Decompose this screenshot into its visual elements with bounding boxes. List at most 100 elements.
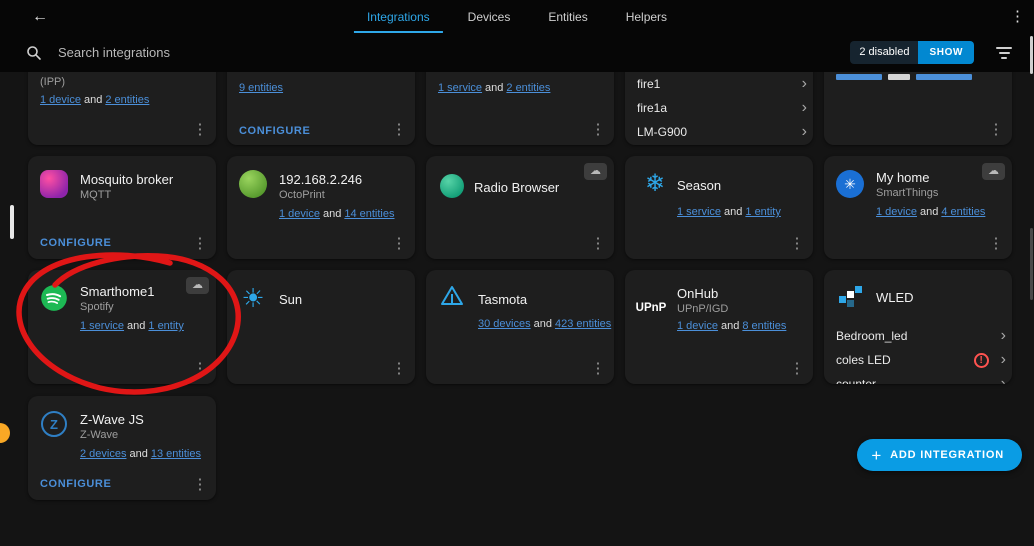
main-tabs: Integrations Devices Entities Helpers bbox=[348, 0, 686, 33]
tab-devices[interactable]: Devices bbox=[449, 0, 530, 33]
spotify-icon bbox=[40, 284, 68, 312]
devices-link[interactable]: 1 device bbox=[40, 94, 81, 106]
more-options-icon[interactable]: ⋮ bbox=[588, 235, 608, 253]
entities-link[interactable]: 8 entities bbox=[742, 320, 786, 332]
chevron-right-icon: › bbox=[801, 75, 807, 92]
card-title: OnHub bbox=[677, 286, 719, 301]
integration-card-unknown2[interactable]: 9 entities CONFIGURE ⋮ bbox=[227, 72, 415, 145]
entities-link[interactable]: 2 entities bbox=[506, 82, 550, 94]
radio-browser-icon bbox=[440, 174, 464, 198]
card-subtitle: OctoPrint bbox=[279, 189, 325, 201]
more-options-icon[interactable]: ⋮ bbox=[190, 121, 210, 139]
integrations-page: ← Integrations Devices Entities Helpers … bbox=[0, 0, 1034, 546]
left-scroll-marker bbox=[10, 205, 14, 239]
entities-link[interactable]: 4 entities bbox=[941, 206, 985, 218]
card-links: 30 devices and 423 entities bbox=[478, 318, 612, 330]
more-options-icon[interactable]: ⋮ bbox=[190, 360, 210, 378]
card-links: 1 device and 4 entities bbox=[876, 206, 986, 218]
devices-link[interactable]: 30 devices bbox=[478, 318, 531, 330]
mqtt-icon bbox=[40, 170, 68, 198]
more-options-icon[interactable]: ⋮ bbox=[787, 360, 807, 378]
device-row[interactable]: fire1 › bbox=[637, 72, 807, 96]
entities-link[interactable]: 2 entities bbox=[105, 94, 149, 106]
entities-link[interactable]: 9 entities bbox=[239, 82, 283, 94]
integration-card-mqtt[interactable]: Mosquito broker MQTT CONFIGURE ⋮ bbox=[28, 156, 216, 259]
integration-card-zwave[interactable]: Z Z-Wave JS Z-Wave 2 devices and 13 entiti… bbox=[28, 396, 216, 500]
card-title: Sun bbox=[279, 292, 303, 307]
integration-card-spotify[interactable]: Smarthome1 Spotify 1 service and 1 entity … bbox=[28, 270, 216, 384]
devices-link[interactable]: 1 device bbox=[876, 206, 917, 218]
integration-card-ipp[interactable]: (IPP) 1 device and 2 entities ⋮ bbox=[28, 72, 216, 145]
integration-card-radio-browser[interactable]: Radio Browser ☁ ⋮ bbox=[426, 156, 614, 259]
device-row[interactable]: counter › bbox=[836, 372, 1006, 385]
add-integration-button[interactable]: + ADD INTEGRATION bbox=[857, 439, 1022, 471]
integration-card-sun[interactable]: ☀ Sun ⋮ bbox=[227, 270, 415, 384]
tab-integrations[interactable]: Integrations bbox=[348, 0, 449, 33]
services-link[interactable]: 1 service bbox=[677, 206, 721, 218]
entities-link[interactable]: 423 entities bbox=[555, 318, 611, 330]
app-header: ← Integrations Devices Entities Helpers … bbox=[0, 0, 1034, 33]
device-row[interactable]: fire1a › bbox=[637, 96, 807, 120]
entities-link[interactable]: 14 entities bbox=[344, 208, 394, 220]
integration-card-onhub[interactable]: UPnP OnHub UPnP/IGD 1 device and 8 entitie… bbox=[625, 270, 813, 384]
more-options-icon[interactable]: ⋮ bbox=[389, 360, 409, 378]
more-options-icon[interactable]: ⋮ bbox=[389, 121, 409, 139]
integration-card-unknown3[interactable]: 1 service and 2 entities ⋮ bbox=[426, 72, 614, 145]
overflow-menu-icon[interactable]: ⋮ bbox=[1004, 6, 1026, 26]
integration-card-tasmota[interactable]: Tasmota 30 devices and 423 entities ⋮ bbox=[426, 270, 614, 384]
configure-button[interactable]: CONFIGURE bbox=[40, 237, 111, 249]
configure-button[interactable]: CONFIGURE bbox=[40, 478, 111, 490]
card-subtitle: MQTT bbox=[80, 189, 112, 201]
configure-button[interactable]: CONFIGURE bbox=[239, 125, 310, 137]
show-disabled-button[interactable]: SHOW bbox=[918, 41, 974, 64]
services-link[interactable]: 1 service bbox=[438, 82, 482, 94]
more-options-icon[interactable]: ⋮ bbox=[588, 121, 608, 139]
device-row[interactable]: Bedroom_led › bbox=[836, 324, 1006, 348]
wled-icon bbox=[836, 282, 864, 310]
devices-link[interactable]: 2 devices bbox=[80, 448, 126, 460]
services-link[interactable]: 1 service bbox=[80, 320, 124, 332]
filter-icon[interactable] bbox=[994, 45, 1014, 61]
integration-card-season[interactable]: ❄ Season 1 service and 1 entity ⋮ bbox=[625, 156, 813, 259]
more-options-icon[interactable]: ⋮ bbox=[389, 235, 409, 253]
tab-helpers[interactable]: Helpers bbox=[607, 0, 686, 33]
card-title: WLED bbox=[876, 290, 914, 305]
add-integration-label: ADD INTEGRATION bbox=[890, 449, 1004, 461]
entities-link[interactable]: 1 entity bbox=[745, 206, 780, 218]
scrollbar-thumb[interactable] bbox=[1030, 228, 1033, 300]
entities-link[interactable]: 1 entity bbox=[148, 320, 183, 332]
devices-link[interactable]: 1 device bbox=[677, 320, 718, 332]
disabled-count: 2 disabled bbox=[850, 41, 919, 64]
zwave-icon: Z bbox=[41, 411, 67, 437]
search-input[interactable] bbox=[56, 44, 851, 61]
integrations-grid: (IPP) 1 device and 2 entities ⋮ 9 entities… bbox=[0, 72, 1034, 546]
integration-card-fire-devices[interactable]: fire1 › fire1a › LM-G900 › bbox=[625, 72, 813, 145]
card-links: 1 service and 1 entity bbox=[80, 320, 184, 332]
more-options-icon[interactable]: ⋮ bbox=[986, 235, 1006, 253]
integration-card-wled[interactable]: WLED Bedroom_led › coles LED ! › counter… bbox=[824, 270, 1012, 384]
devices-link[interactable]: 1 device bbox=[279, 208, 320, 220]
disabled-filter-badge[interactable]: 2 disabled SHOW bbox=[850, 41, 974, 64]
entities-link[interactable]: 13 entities bbox=[151, 448, 201, 460]
integration-card-clipped[interactable]: ⋮ bbox=[824, 72, 1012, 145]
device-name: LM-G900 bbox=[637, 125, 688, 139]
integration-card-octoprint[interactable]: 192.168.2.246 OctoPrint 1 device and 14 en… bbox=[227, 156, 415, 259]
more-options-icon[interactable]: ⋮ bbox=[588, 360, 608, 378]
card-links: 1 service and 1 entity bbox=[677, 206, 781, 218]
integration-card-smartthings[interactable]: ✳ My home SmartThings 1 device and 4 entit… bbox=[824, 156, 1012, 259]
back-button[interactable]: ← bbox=[32, 8, 48, 26]
more-options-icon[interactable]: ⋮ bbox=[986, 121, 1006, 139]
tab-label: Entities bbox=[548, 9, 588, 24]
scrollbar-thumb[interactable] bbox=[1030, 36, 1033, 74]
card-links: 1 device and 2 entities bbox=[40, 94, 150, 106]
device-row[interactable]: coles LED ! › bbox=[836, 348, 1006, 372]
card-links: 1 service and 2 entities bbox=[438, 82, 551, 94]
more-options-icon[interactable]: ⋮ bbox=[190, 476, 210, 494]
upnp-icon: UPnP bbox=[635, 302, 667, 314]
card-title: Mosquito broker bbox=[80, 172, 174, 187]
tab-entities[interactable]: Entities bbox=[529, 0, 606, 33]
more-options-icon[interactable]: ⋮ bbox=[190, 235, 210, 253]
error-icon: ! bbox=[973, 352, 989, 368]
device-row[interactable]: LM-G900 › bbox=[637, 120, 807, 144]
more-options-icon[interactable]: ⋮ bbox=[787, 235, 807, 253]
